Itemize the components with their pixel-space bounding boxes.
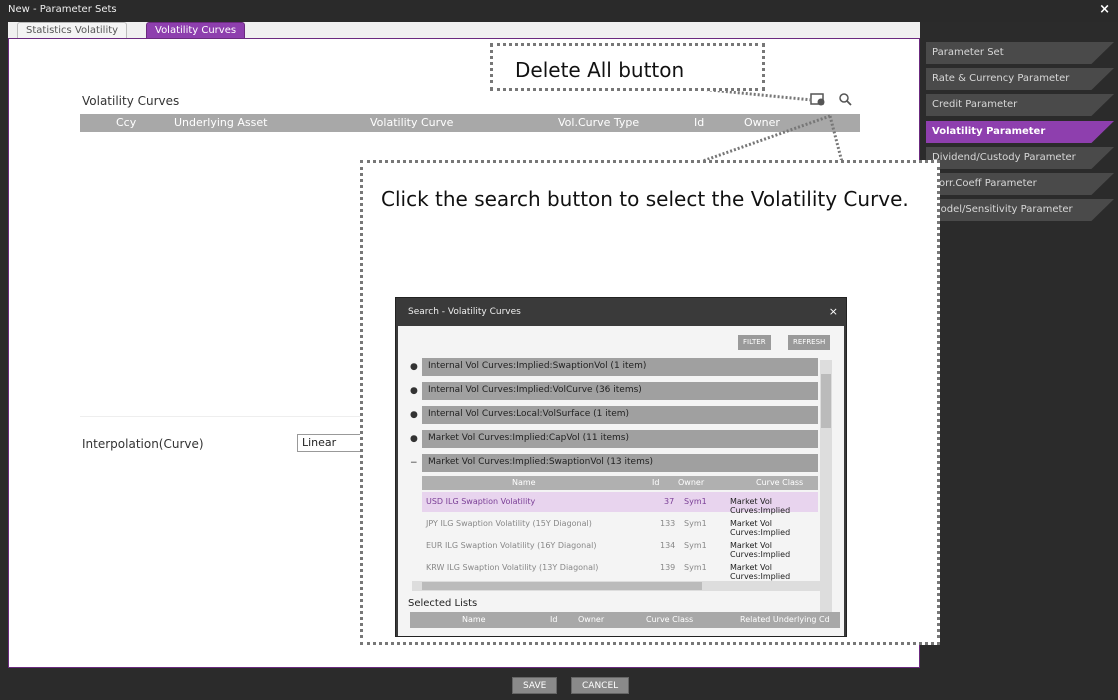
expand-icon[interactable]: ● (410, 410, 418, 420)
search-dialog-title: Search - Volatility Curves (408, 307, 521, 317)
column-related-underlying: Related Underlying Cd (740, 615, 830, 624)
save-button[interactable]: SAVE (512, 677, 558, 694)
horizontal-scrollbar[interactable] (412, 581, 822, 591)
scrollbar-thumb[interactable] (422, 582, 702, 590)
row-id: 133 (660, 519, 676, 528)
row-curve-class: Market Vol Curves:Implied (730, 497, 791, 515)
row-id: 139 (660, 563, 676, 572)
search-dialog-close-icon[interactable]: × (829, 305, 838, 318)
selected-lists-label: Selected Lists (408, 598, 478, 609)
group-row[interactable]: Internal Vol Curves:Implied:SwaptionVol … (422, 358, 818, 376)
group-row[interactable]: Internal Vol Curves:Implied:VolCurve (36… (422, 382, 818, 400)
table-row[interactable]: USD ILG Swaption Volatility 37 Sym1 Mark… (422, 492, 818, 515)
row-id: 134 (660, 541, 676, 550)
column-owner: Owner (678, 478, 705, 487)
row-name: KRW ILG Swaption Volatility (13Y Diagona… (426, 563, 599, 572)
column-curve-class: Curve Class (756, 478, 804, 487)
callout-delete-all: Delete All button (490, 43, 765, 91)
row-owner: Sym1 (684, 563, 707, 572)
result-table-header: Name Id Owner Curve Class (422, 476, 818, 490)
row-owner: Sym1 (684, 541, 707, 550)
table-row[interactable]: EUR ILG Swaption Volatility (16Y Diagona… (422, 536, 818, 559)
row-owner: Sym1 (684, 519, 707, 528)
selected-lists-header: Name Id Owner Curve Class Related Underl… (410, 612, 840, 628)
callout-search-text: Click the search button to select the Vo… (381, 187, 909, 211)
row-name: JPY ILG Swaption Volatility (15Y Diagona… (426, 519, 592, 528)
row-curve-class: Market Vol Curves:Implied (730, 541, 791, 559)
column-curve-class: Curve Class (646, 615, 694, 624)
callout-delete-all-text: Delete All button (515, 58, 685, 82)
table-row[interactable]: JPY ILG Swaption Volatility (15Y Diagona… (422, 514, 818, 537)
expand-icon[interactable]: ● (410, 386, 418, 396)
collapse-icon[interactable]: − (410, 458, 418, 468)
column-id: Id (550, 615, 558, 624)
group-row[interactable]: Market Vol Curves:Implied:SwaptionVol (1… (422, 454, 818, 472)
vertical-scrollbar[interactable] (820, 360, 832, 618)
row-id: 37 (664, 497, 675, 506)
row-curve-class: Market Vol Curves:Implied (730, 519, 791, 537)
row-name: USD ILG Swaption Volatility (426, 497, 536, 506)
filter-button[interactable]: FILTER (738, 335, 771, 350)
column-id: Id (652, 478, 660, 487)
column-name: Name (512, 478, 536, 487)
row-name: EUR ILG Swaption Volatility (16Y Diagona… (426, 541, 597, 550)
search-dialog-body: FILTER REFRESH ● Internal Vol Curves:Imp… (398, 326, 844, 636)
group-row[interactable]: Market Vol Curves:Implied:CapVol (11 ite… (422, 430, 818, 448)
cancel-button[interactable]: CANCEL (571, 677, 630, 694)
refresh-button[interactable]: REFRESH (788, 335, 831, 350)
footer-bar (0, 672, 1118, 700)
row-curve-class: Market Vol Curves:Implied (730, 563, 791, 581)
group-row[interactable]: Internal Vol Curves:Local:VolSurface (1 … (422, 406, 818, 424)
column-name: Name (462, 615, 486, 624)
table-row[interactable]: KRW ILG Swaption Volatility (13Y Diagona… (422, 558, 818, 581)
expand-icon[interactable]: ● (410, 362, 418, 372)
row-owner: Sym1 (684, 497, 707, 506)
expand-icon[interactable]: ● (410, 434, 418, 444)
column-owner: Owner (578, 615, 605, 624)
search-dialog: Search - Volatility Curves × FILTER REFR… (395, 297, 847, 637)
scrollbar-thumb[interactable] (821, 374, 831, 428)
